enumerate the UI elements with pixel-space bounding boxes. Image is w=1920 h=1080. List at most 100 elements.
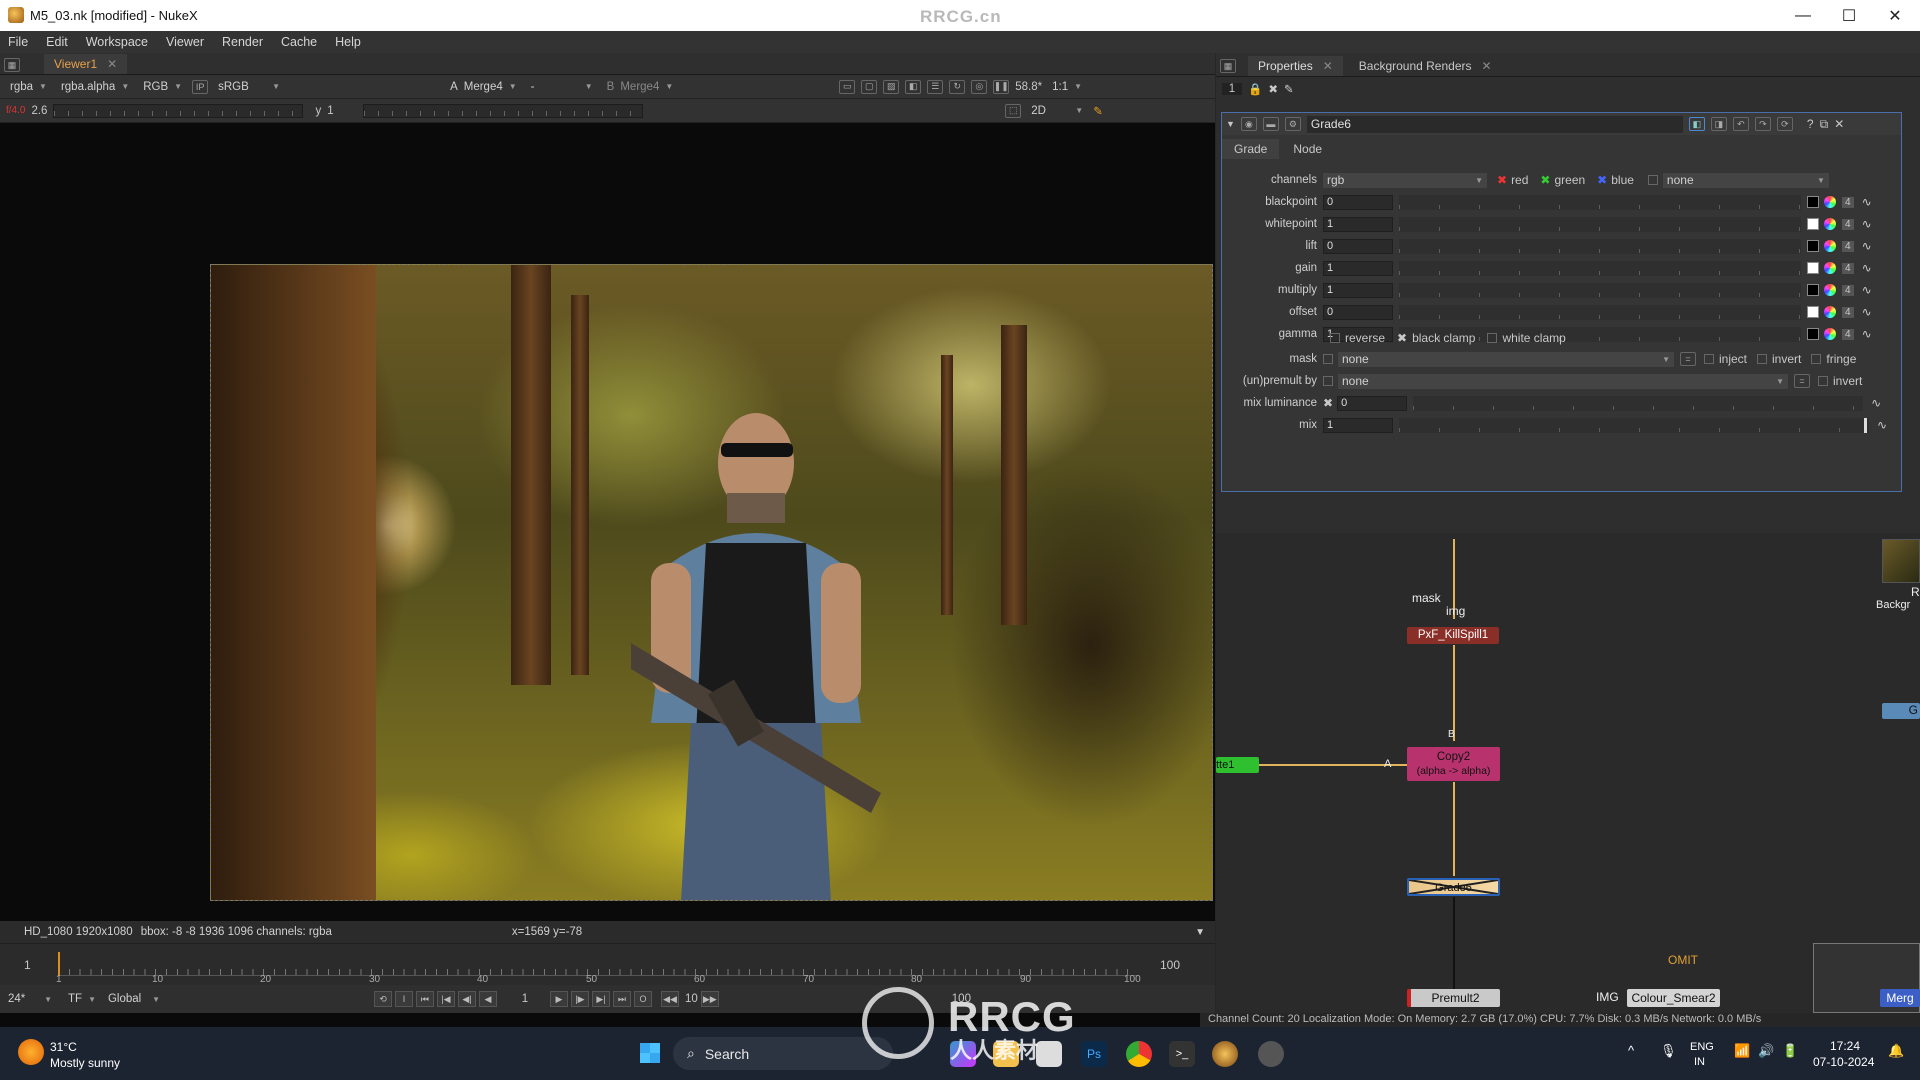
play-forward-icon[interactable]: ▶	[549, 991, 568, 1007]
timeline-start[interactable]: 1	[24, 958, 31, 972]
white-clamp-checkbox[interactable]	[1487, 333, 1498, 343]
fringe-checkbox[interactable]	[1811, 354, 1822, 364]
node-copy[interactable]: Copy2 (alpha -> alpha)	[1407, 747, 1500, 781]
color-swatch-icon[interactable]	[1807, 240, 1819, 252]
fstop-readout[interactable]: f/4.0	[6, 105, 25, 116]
node-matte[interactable]: tte1	[1216, 757, 1259, 773]
recorder-icon[interactable]	[1258, 1041, 1284, 1067]
lock-icon[interactable]: 🔒	[1248, 82, 1262, 96]
param-slider[interactable]	[1399, 194, 1801, 210]
photoshop-icon[interactable]: Ps	[1081, 1041, 1107, 1067]
color-swatch-icon[interactable]	[1807, 196, 1819, 208]
terminal-icon[interactable]: >_	[1169, 1041, 1195, 1067]
close-panel-icon[interactable]: ✕	[1834, 117, 1844, 131]
battery-icon[interactable]: 🔋	[1782, 1043, 1798, 1059]
update-icon[interactable]: ◎	[971, 79, 988, 94]
roi-icon[interactable]: ▭	[839, 79, 856, 94]
next-frame-icon[interactable]: |▶	[570, 991, 589, 1007]
curve-icon[interactable]: ∿	[1862, 195, 1872, 209]
menu-render[interactable]: Render	[222, 35, 263, 49]
menu-edit[interactable]: Edit	[46, 35, 68, 49]
fast-forward-icon[interactable]: ▶▶	[700, 991, 719, 1007]
last-frame-icon[interactable]: ⏭	[612, 991, 631, 1007]
param-slider[interactable]	[1399, 260, 1801, 276]
unpremult-select[interactable]: none ▼	[1338, 373, 1788, 389]
node-name-field[interactable]: Grade6	[1306, 115, 1683, 133]
extra-channel-checkbox[interactable]	[1647, 175, 1658, 185]
color-wheel-icon[interactable]	[1824, 196, 1836, 208]
node-grade-selected[interactable]: Grade6	[1407, 878, 1500, 896]
node-merge[interactable]: Merg	[1880, 989, 1920, 1007]
zoom-dropdown[interactable]: 1:1 ▼	[1048, 81, 1086, 93]
close-button[interactable]: ✕	[1872, 0, 1918, 31]
tab-viewer1[interactable]: Viewer1 ✕	[44, 54, 128, 74]
mix-slider[interactable]	[1399, 417, 1869, 433]
settings-icon[interactable]: ⚙	[1284, 117, 1301, 131]
close-tab-icon[interactable]: ✕	[107, 57, 117, 71]
lut-dropdown[interactable]: sRGB ▼	[214, 81, 284, 93]
red-checkbox[interactable]: ✖	[1497, 173, 1507, 187]
reverse-checkbox[interactable]	[1330, 333, 1340, 343]
curve-icon[interactable]: ∿	[1862, 305, 1872, 319]
language-top[interactable]: ENG	[1690, 1041, 1714, 1053]
extra-channel-select[interactable]: none ▼	[1662, 172, 1829, 188]
node-premult[interactable]: Premult2	[1407, 989, 1500, 1007]
curve-icon[interactable]: ∿	[1862, 261, 1872, 275]
store-icon[interactable]	[1036, 1041, 1062, 1067]
maximize-button[interactable]: ☐	[1826, 0, 1872, 31]
color-wheel-icon[interactable]	[1824, 218, 1836, 230]
black-clamp-checkbox[interactable]: ✖	[1397, 331, 1407, 345]
blue-checkbox[interactable]: ✖	[1597, 173, 1607, 187]
menu-viewer[interactable]: Viewer	[166, 35, 204, 49]
out-point-icon[interactable]: O	[633, 991, 652, 1007]
channels-select[interactable]: rgb ▼	[1323, 172, 1487, 188]
mix-luminance-slider[interactable]	[1413, 395, 1864, 411]
mask-checkbox[interactable]	[1323, 354, 1333, 364]
mask-select[interactable]: none ▼	[1338, 351, 1674, 367]
paint-brush-icon[interactable]: ✎	[1093, 104, 1103, 118]
next-keyframe-icon[interactable]: ▶|	[591, 991, 610, 1007]
param-field[interactable]: 1	[1323, 282, 1393, 298]
mix-luminance-checkbox[interactable]: ✖	[1323, 396, 1333, 410]
gain-slider[interactable]	[53, 103, 304, 118]
color-wheel-icon[interactable]	[1824, 240, 1836, 252]
panel-menu-icon[interactable]: ▦	[4, 58, 20, 72]
fps-dropdown[interactable]: 24* ▼	[4, 993, 56, 1005]
rewind-icon[interactable]: ◀◀	[660, 991, 679, 1007]
max-panels-field[interactable]: 1	[1222, 83, 1242, 95]
mix-luminance-curve-icon[interactable]: ∿	[1871, 396, 1881, 410]
viewer-icon[interactable]: ▬	[1262, 117, 1279, 131]
gain-value[interactable]: 2.6	[31, 105, 47, 117]
input-b-dropdown[interactable]: B Merge4 ▼	[603, 81, 678, 93]
color-swatch-icon[interactable]	[1807, 262, 1819, 274]
param-field[interactable]: 0	[1323, 194, 1393, 210]
panel-menu-icon[interactable]: ▦	[1220, 59, 1236, 73]
taskbar-search[interactable]: ⌕ Search	[673, 1037, 893, 1070]
node-graph[interactable]: mask img PxF_KillSpill1 B A tte1 Copy2 (…	[1216, 533, 1920, 1013]
show-hidden-icons-icon[interactable]: ^	[1628, 1043, 1634, 1058]
chrome-icon[interactable]	[1126, 1041, 1152, 1067]
channel-count-badge[interactable]: 4	[1842, 240, 1854, 252]
microphone-icon[interactable]: 🎙	[1660, 1043, 1677, 1059]
tab-background-renders[interactable]: Background Renders ✕	[1349, 56, 1502, 76]
current-frame-field[interactable]: 1	[500, 993, 550, 1005]
color-wheel-icon[interactable]	[1824, 306, 1836, 318]
viewer-image[interactable]	[210, 264, 1213, 901]
weather-desc[interactable]: Mostly sunny	[50, 1056, 120, 1070]
green-checkbox[interactable]: ✖	[1540, 173, 1550, 187]
presets-icon[interactable]: ↷	[1754, 117, 1771, 131]
menu-file[interactable]: File	[8, 35, 28, 49]
roi-select-icon[interactable]: ⬚	[1005, 103, 1022, 118]
invert-unpremult-checkbox[interactable]	[1818, 376, 1828, 386]
clear-panels-icon[interactable]: ✖	[1268, 82, 1278, 96]
tab-grade[interactable]: Grade	[1222, 139, 1280, 159]
float-icon[interactable]: ⧉	[1820, 117, 1829, 132]
param-slider[interactable]	[1399, 282, 1801, 298]
notification-icon[interactable]: 🔔	[1888, 1043, 1904, 1059]
color-swatch-icon[interactable]	[1807, 284, 1819, 296]
tf-dropdown[interactable]: TF ▼	[64, 993, 100, 1005]
playhead[interactable]	[58, 952, 60, 976]
refresh-icon[interactable]: ↻	[949, 79, 966, 94]
undo-icon[interactable]: ◧	[1688, 117, 1705, 131]
channels-dropdown[interactable]: rgba ▼	[6, 81, 51, 93]
